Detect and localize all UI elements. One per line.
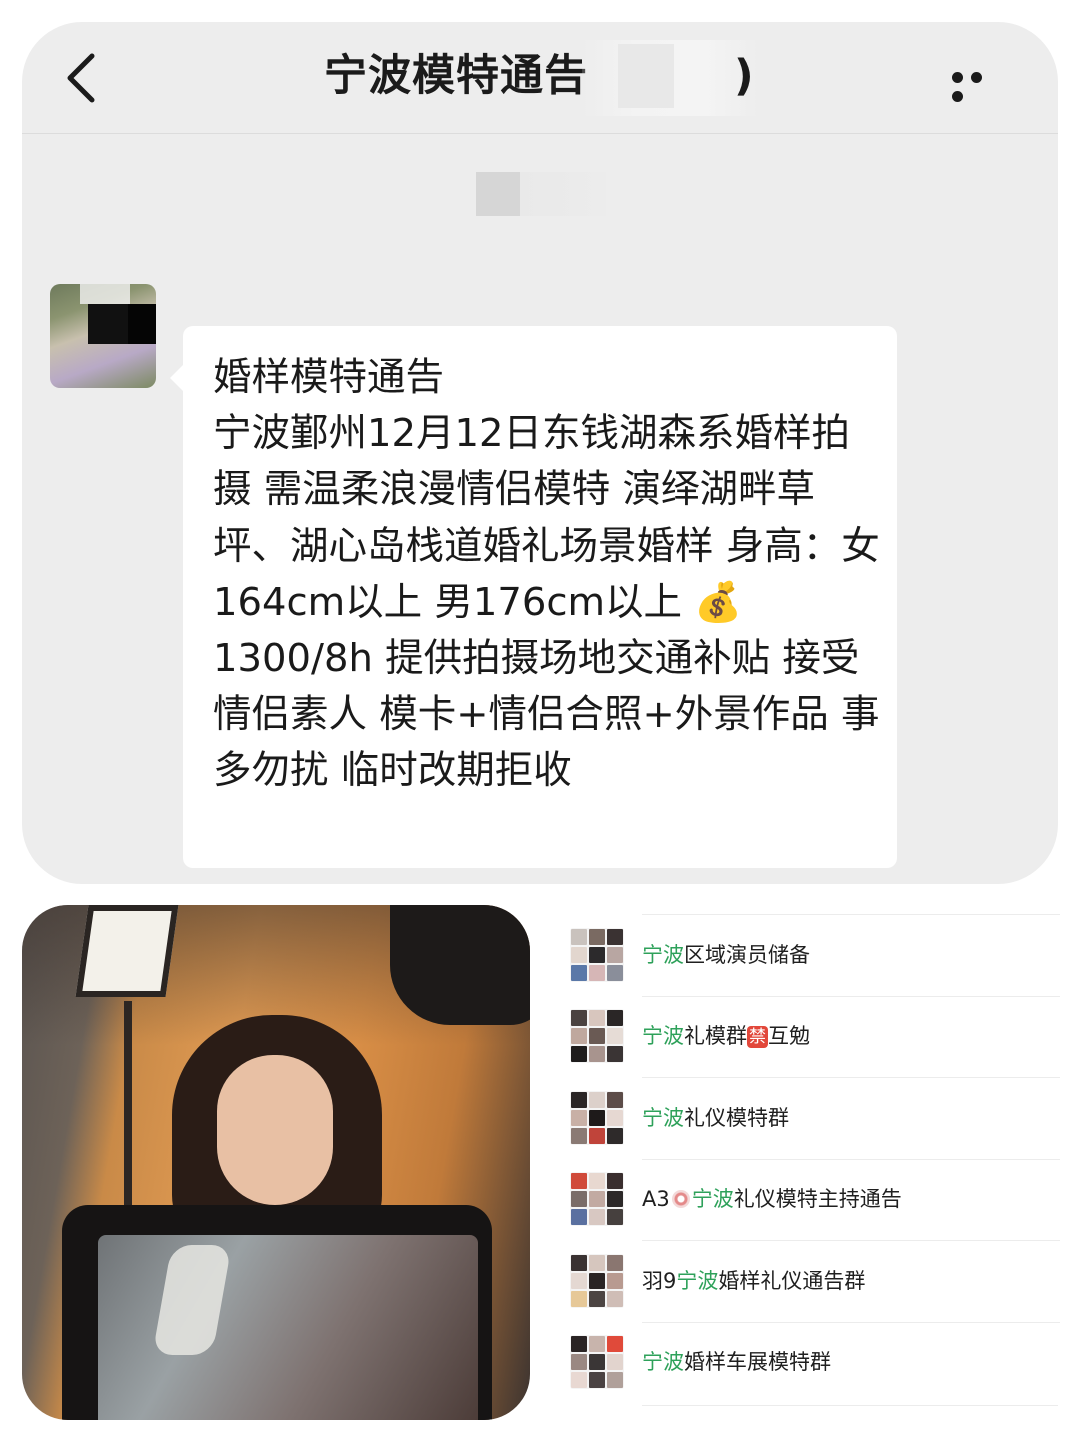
group-name-rest: 婚样车展模特群 bbox=[684, 1350, 831, 1375]
group-avatar bbox=[570, 1335, 624, 1390]
group-avatar bbox=[570, 1253, 624, 1308]
group-name-rest: 礼仪模特主持通告 bbox=[733, 1187, 902, 1212]
group-avatar bbox=[570, 1172, 624, 1227]
softbox bbox=[390, 905, 530, 1025]
group-avatar bbox=[570, 1090, 624, 1145]
group-name-rest: 礼模群 bbox=[684, 1024, 747, 1049]
group-name-highlight: 宁波 bbox=[642, 1105, 684, 1130]
group-list-item[interactable]: 羽9宁波婚样礼仪通告群 bbox=[566, 1240, 1060, 1322]
title-redaction-block bbox=[618, 44, 674, 108]
group-name: 宁波礼模群 禁互勉 bbox=[642, 1021, 810, 1051]
studio-light bbox=[75, 905, 179, 997]
group-name-highlight: 宁波 bbox=[691, 1187, 734, 1212]
message-bubble[interactable]: 婚样模特通告 宁波鄞州12月12日东钱湖森系婚样拍摄 需温柔浪漫情侣模特 演绎湖… bbox=[183, 326, 897, 868]
group-list-item[interactable]: 宁波婚样车展模特群 bbox=[566, 1321, 1060, 1404]
group-list-item[interactable]: A3 宁波礼仪模特主持通告 bbox=[566, 1158, 1060, 1241]
group-name: 羽9宁波婚样礼仪通告群 bbox=[642, 1266, 865, 1296]
group-list-item[interactable]: 宁波区域演员储备 bbox=[566, 914, 1060, 996]
group-list: 宁波区域演员储备 宁波礼模群 禁互勉 宁波礼仪模特群 A3 宁波礼仪模特主持通告 羽9宁波婚… bbox=[566, 914, 1060, 1403]
chat-window: 宁波模特通告 ) 婚样模特通告 宁波鄞州12月12日东钱湖森系婚样拍摄 需温柔浪… bbox=[22, 22, 1058, 884]
group-name-rest: 区域演员储备 bbox=[684, 942, 810, 967]
group-avatar bbox=[570, 1009, 624, 1064]
group-list-item[interactable]: 宁波礼仪模特群 bbox=[566, 1077, 1060, 1159]
model-face bbox=[217, 1055, 333, 1205]
group-list-item[interactable]: 宁波礼模群 禁互勉 bbox=[566, 995, 1060, 1078]
group-name-highlight: 宁波 bbox=[676, 1268, 719, 1293]
group-name-highlight: 宁波 bbox=[642, 1024, 684, 1049]
group-name-rest: 婚样礼仪通告群 bbox=[718, 1268, 866, 1293]
group-name: A3 宁波礼仪模特主持通告 bbox=[642, 1184, 902, 1214]
chat-title-suffix: ) bbox=[734, 51, 754, 101]
group-name-prefix: 羽9 bbox=[642, 1268, 677, 1293]
ban-badge-icon: 禁 bbox=[747, 1026, 768, 1049]
group-avatar bbox=[570, 927, 624, 982]
monitor-screen bbox=[98, 1235, 478, 1420]
message-text: 婚样模特通告 宁波鄞州12月12日东钱湖森系婚样拍摄 需温柔浪漫情侣模特 演绎湖… bbox=[213, 355, 880, 794]
timestamp-redaction-blur bbox=[476, 172, 606, 216]
sender-avatar[interactable] bbox=[50, 284, 156, 388]
list-divider bbox=[642, 1405, 1058, 1406]
group-name: 宁波礼仪模特群 bbox=[642, 1103, 789, 1133]
more-dots-icon[interactable] bbox=[952, 68, 1008, 102]
group-name-highlight: 宁波 bbox=[642, 942, 684, 967]
bubble-tail bbox=[170, 364, 184, 392]
chat-header: 宁波模特通告 ) bbox=[22, 22, 1058, 134]
group-name-prefix: A3 bbox=[642, 1187, 670, 1212]
group-name-rest: 礼仪模特群 bbox=[684, 1105, 789, 1130]
studio-photo bbox=[22, 905, 530, 1420]
lollipop-emoji-icon bbox=[671, 1190, 690, 1209]
group-name-highlight: 宁波 bbox=[642, 1350, 684, 1375]
group-name: 宁波婚样车展模特群 bbox=[642, 1347, 831, 1377]
chevron-left-icon[interactable] bbox=[62, 52, 102, 104]
group-name-tail: 互勉 bbox=[768, 1024, 810, 1049]
group-name: 宁波区域演员储备 bbox=[642, 940, 810, 970]
